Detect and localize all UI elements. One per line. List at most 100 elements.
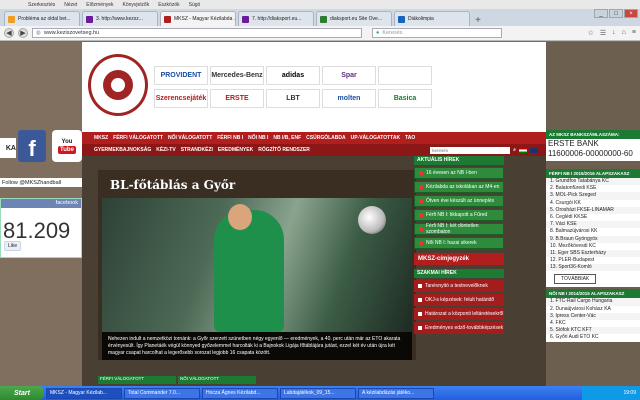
taskbar-task[interactable]: Hocza Ágnes Kézilabd... xyxy=(202,387,278,399)
mens-team-row[interactable]: 9. B.Braun Gyöngyös xyxy=(546,235,640,243)
szakmai-item[interactable]: Határozat a központi leltáretésekről xyxy=(414,308,504,320)
mens-team-row[interactable]: 6. Ceglédi KKSE xyxy=(546,214,640,221)
womens-team-row[interactable]: 3. Ipress Center-Vác xyxy=(546,312,640,320)
main-nav-item[interactable]: UP-VÁLOGATOTTAK xyxy=(351,135,400,141)
sponsor-logo[interactable]: Szerencsejáték xyxy=(154,89,208,108)
browser-tab[interactable]: 7. http://diaksport.eu... xyxy=(238,11,314,26)
sponsor-logo[interactable]: LBT xyxy=(266,89,320,108)
womens-team-row[interactable]: 5. Siófok KTC KFT xyxy=(546,327,640,335)
sponsor-logo[interactable]: Spar xyxy=(322,66,376,85)
aktualis-item[interactable]: 16 évesen az NB I-ben xyxy=(414,167,504,179)
mens-team-row[interactable]: 11. Eger SBS Eszterházy xyxy=(546,249,640,258)
browser-search-input[interactable]: ● Keresés xyxy=(372,28,502,38)
mens-team-row[interactable]: 13. Sport36-Komló xyxy=(546,264,640,272)
mens-team-row[interactable]: 4. Csurgói KK xyxy=(546,200,640,207)
browser-tab[interactable]: MKSZ - Magyar Kézilabda ... xyxy=(160,11,236,26)
forward-icon[interactable]: ▶ xyxy=(18,28,28,38)
url-bar[interactable]: ◍ www.keziszovetseg.hu xyxy=(32,28,362,38)
sponsor-logo[interactable]: ERSTE xyxy=(210,89,264,108)
taskbar-task[interactable]: MKSZ - Magyar Kézilab... xyxy=(46,387,122,399)
sponsor-logo[interactable]: Mercedes-Benz xyxy=(210,66,264,85)
twitter-follow-button[interactable]: Follow @MKSZhandball xyxy=(0,178,82,187)
mens-team-row[interactable]: 8. Balmazújvárosi KK xyxy=(546,228,640,235)
sub-nav-item[interactable]: GYERMEKBAJNOKSÁG xyxy=(94,147,151,153)
aktualis-item[interactable]: Férfi NB I: két döntetlen szombaton xyxy=(414,223,504,235)
mens-team-row[interactable]: 5. Orosházi FKSE-LINAMAR xyxy=(546,206,640,214)
bookmarks-icon[interactable]: ☰ xyxy=(600,29,606,37)
main-nav-item[interactable]: MKSZ xyxy=(94,135,108,141)
new-tab-button[interactable]: + xyxy=(472,14,484,26)
main-nav-item[interactable]: TAO xyxy=(405,135,415,141)
sponsor-logo[interactable] xyxy=(378,66,432,85)
sponsor-logo[interactable]: Basica xyxy=(378,89,432,108)
cimjegyzek-link[interactable]: MKSZ-címjegyzék xyxy=(414,253,504,265)
mksz-logo[interactable] xyxy=(88,54,148,116)
mens-team-row[interactable]: 3. MOL-Pick Szeged xyxy=(546,192,640,200)
szakmai-item[interactable]: Eredményes edző-továbbképzések xyxy=(414,322,504,334)
maximize-button[interactable]: □ xyxy=(609,9,623,18)
hungarian-flag-icon[interactable] xyxy=(519,147,527,153)
section-label[interactable]: FÉRFI VÁLOGATOTT xyxy=(98,376,176,384)
main-nav-item[interactable]: FÉRFI NB I xyxy=(217,135,243,141)
more-button[interactable]: TOVÁBBIAK xyxy=(554,274,597,285)
womens-team-row[interactable]: 1. FTC-Rail Cargo Hungaria xyxy=(546,298,640,306)
browser-tab[interactable]: diaksport.eu Site Ove... xyxy=(316,11,392,26)
close-window-button[interactable]: × xyxy=(624,9,638,18)
home-icon[interactable]: ⌂ xyxy=(622,29,626,37)
article-image[interactable] xyxy=(102,198,412,332)
article-title[interactable]: BL-főtáblás a Győr xyxy=(110,178,235,192)
mens-team-row[interactable]: 1. Grundfos Tatabánya KC xyxy=(546,178,640,186)
section-label[interactable]: NŐI VÁLOGATOTT xyxy=(178,376,256,384)
mens-team-row[interactable]: 12. PLER-Budapest xyxy=(546,257,640,264)
site-search-input[interactable] xyxy=(430,146,511,154)
menu-item[interactable]: Előzmények xyxy=(86,2,113,8)
szakmai-item[interactable]: Tanévnyitó a testnevelőknek xyxy=(414,280,504,292)
womens-team-row[interactable]: 2. Dunaújvárosi Kohász KA xyxy=(546,306,640,313)
womens-team-row[interactable]: 6. Győri Audi ETO KC xyxy=(546,334,640,341)
menu-item[interactable]: Nézet xyxy=(64,2,77,8)
szakmai-item[interactable]: OKJ-s képzések: felult határidő xyxy=(414,294,504,306)
main-nav-item[interactable]: NŐI VÁLOGATOTT xyxy=(168,135,212,141)
facebook-icon[interactable]: f xyxy=(18,130,46,162)
start-button[interactable]: Start xyxy=(0,386,44,400)
mens-team-row[interactable]: 2. Balatonfüredi KSE xyxy=(546,185,640,192)
sub-nav-item[interactable]: KÉZI-TV xyxy=(156,147,175,153)
facebook-like-button[interactable]: Like xyxy=(4,241,22,251)
english-flag-icon[interactable] xyxy=(530,147,538,153)
taskbar-task[interactable]: Labdajátékok_09_15... xyxy=(280,387,356,399)
menu-icon[interactable]: ≡ xyxy=(632,29,636,37)
womens-team-row[interactable]: 4. FKC xyxy=(546,320,640,327)
minimize-button[interactable]: _ xyxy=(594,9,608,18)
search-icon[interactable]: ⌕ xyxy=(513,147,516,153)
sub-nav-item[interactable]: STRANDKÉZI xyxy=(181,147,213,153)
youtube-icon[interactable]: You Tube xyxy=(52,130,82,162)
main-nav-item[interactable]: FÉRFI VÁLOGATOTT xyxy=(113,135,163,141)
main-nav-item[interactable]: NB I/B, ENF xyxy=(273,135,301,141)
aktualis-item[interactable]: Női NB I: hazai sikerek xyxy=(414,237,504,249)
menu-item[interactable]: Eszközök xyxy=(158,2,179,8)
browser-tab[interactable]: 3. http://www.kezsz... xyxy=(82,11,158,26)
main-nav-item[interactable]: CSÚRGÓLABDA xyxy=(306,135,345,141)
sub-nav-item[interactable]: EREDMÉNYEK xyxy=(218,147,253,153)
browser-tab[interactable]: Diákolimpia xyxy=(394,11,470,26)
aktualis-item[interactable]: Kézilabda az iskolában az M4-en xyxy=(414,181,504,193)
menu-item[interactable]: Súgó xyxy=(189,2,201,8)
main-nav-item[interactable]: NŐI NB I xyxy=(248,135,268,141)
mens-team-row[interactable]: 7. Váci KSE xyxy=(546,221,640,229)
aktualis-item[interactable]: Férfi NB I: tikkapott a Fűred xyxy=(414,209,504,221)
download-icon[interactable]: ↓ xyxy=(612,29,616,37)
star-icon[interactable]: ☆ xyxy=(588,29,594,37)
featured-article[interactable]: BL-főtáblás a Győr Nehezen indult a nemz… xyxy=(98,170,416,360)
taskbar-task[interactable]: Total Commander 7.0... xyxy=(124,387,200,399)
menu-item[interactable]: Szerkesztés xyxy=(28,2,55,8)
back-icon[interactable]: ◀ xyxy=(4,28,14,38)
taskbar-task[interactable]: A kézilabdázás játéko... xyxy=(358,387,434,399)
aktualis-item[interactable]: Ötven éve készült az ünneplés xyxy=(414,195,504,207)
sub-nav-item[interactable]: RÖGZÍTŐ RENDSZER xyxy=(258,147,310,153)
sponsor-logo[interactable]: adidas xyxy=(266,66,320,85)
sponsor-logo[interactable]: PROVIDENT xyxy=(154,66,208,85)
mens-team-row[interactable]: 10. Mezőkövesdi KC xyxy=(546,243,640,250)
sponsor-logo[interactable]: molten xyxy=(322,89,376,108)
browser-tab[interactable]: Problémа az oldal bet... xyxy=(4,11,80,26)
menu-item[interactable]: Könyvjelzők xyxy=(123,2,150,8)
